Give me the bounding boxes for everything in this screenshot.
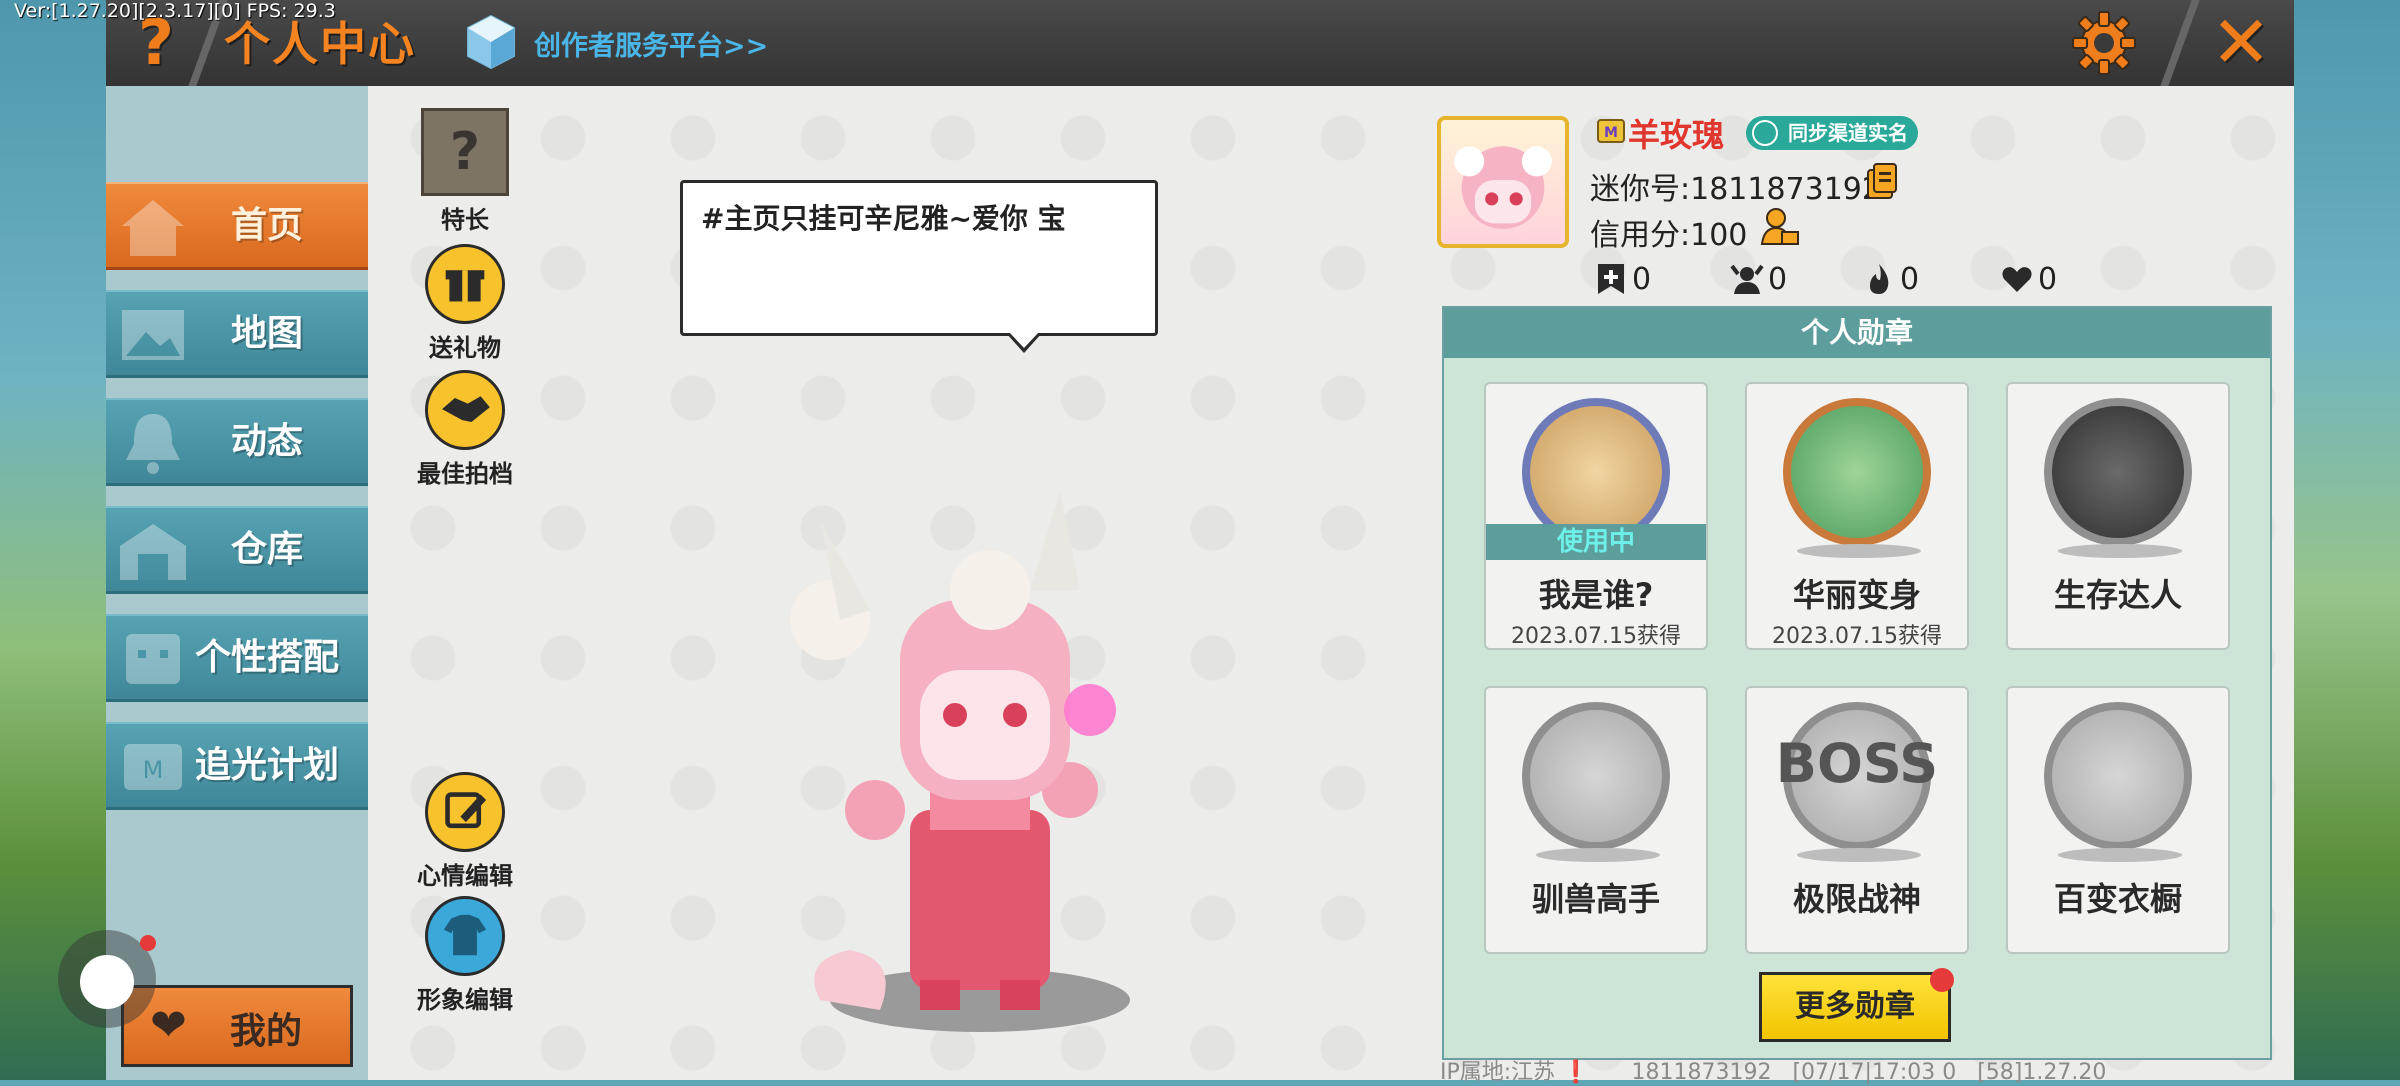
joystick-knob[interactable]	[80, 955, 134, 1009]
plus-bookmark-icon	[1598, 264, 1624, 294]
wardrobe-medal-icon	[2044, 702, 2192, 850]
medal-card[interactable]: 生存达人	[2006, 382, 2230, 650]
stat-value: 0	[2038, 262, 2058, 297]
medal-shadow	[1536, 848, 1660, 862]
svg-text:M: M	[143, 756, 164, 784]
notification-dot	[1930, 968, 1954, 992]
gift-button[interactable]: 送礼物	[410, 244, 520, 363]
mine-label: 我的	[230, 1011, 303, 1052]
footer-info: IP属地:江苏 ❗ 1811873192 [07/17|17:03 0 [58]…	[1440, 1060, 2107, 1085]
fans-icon	[1730, 264, 1764, 294]
gift-label: 送礼物	[429, 334, 501, 362]
medal-name: 极限战神	[1792, 880, 1921, 918]
appearance-label: 形象编辑	[417, 986, 513, 1014]
mine-button[interactable]: ❤ 我的	[121, 985, 353, 1067]
specialty-label: 特长	[441, 206, 489, 234]
medal-card[interactable]: BOSS 极限战神	[1745, 686, 1969, 954]
specialty-button[interactable]: ? 特长	[410, 108, 520, 235]
medal-shadow	[2058, 848, 2182, 862]
credit-score: 信用分:100	[1590, 218, 1748, 253]
stat-value: 0	[1632, 262, 1652, 297]
divider	[2160, 0, 2200, 86]
handshake-icon	[425, 370, 505, 450]
question-box-icon: ?	[421, 108, 509, 196]
fire-medal-icon	[2044, 398, 2192, 546]
gear-icon[interactable]	[2071, 10, 2137, 76]
medal-name: 生存达人	[2053, 576, 2182, 614]
medal-shadow	[1797, 848, 1921, 862]
in-use-tag: 使用中	[1486, 524, 1706, 560]
close-button[interactable]: ✕	[2206, 4, 2276, 80]
nav-item-map[interactable]: 地图	[106, 290, 368, 378]
nav-item-chase-light[interactable]: M 追光计划	[106, 722, 368, 810]
medal-date: 2023.07.15获得	[1772, 624, 1942, 649]
mood-edit-button[interactable]: 心情编辑	[410, 772, 520, 891]
best-partner-button[interactable]: 最佳拍档	[410, 370, 520, 489]
medal-card[interactable]: 华丽变身 2023.07.15获得	[1745, 382, 1969, 650]
nav-label: 动态	[230, 421, 303, 462]
dino-medal-icon	[1783, 398, 1931, 546]
notification-dot	[140, 935, 156, 951]
top-bar: ? 个人中心 创作者服务平台>> ✕	[106, 0, 2294, 86]
medal-name: 百变衣橱	[2053, 880, 2182, 918]
nav-item-style[interactable]: 个性搭配	[106, 614, 368, 702]
medal-shadow	[2058, 544, 2182, 558]
medal-card[interactable]: 使用中 我是谁? 2023.07.15获得	[1484, 382, 1708, 650]
medal-shadow	[1797, 544, 1921, 558]
flame-icon	[1870, 264, 1889, 294]
nav-item-feed[interactable]: 动态	[106, 398, 368, 486]
vip-badge-icon: M	[1597, 119, 1625, 143]
partner-label: 最佳拍档	[417, 460, 513, 488]
tamer-medal-icon	[1522, 702, 1670, 850]
nav-item-home[interactable]: 首页	[106, 182, 368, 270]
mood-text: #主页只挂可辛尼雅~爱你 宝	[701, 202, 1066, 235]
copy-icon[interactable]	[1864, 162, 1900, 202]
medal-card[interactable]: 驯兽高手	[1484, 686, 1708, 954]
realname-badge[interactable]: 同步渠道实名	[1746, 116, 1918, 150]
creator-platform-link[interactable]: 创作者服务平台>>	[534, 24, 768, 63]
medal-date: 2023.07.15获得	[1511, 624, 1681, 649]
user-check-icon	[1752, 120, 1778, 146]
credit-user-icon[interactable]	[1760, 206, 1800, 248]
medal-name: 我是谁?	[1538, 576, 1654, 614]
player-avatar-character	[790, 490, 1130, 1032]
stat-value: 0	[1768, 262, 1788, 297]
mini-id: 迷你号:1811873192	[1590, 172, 1881, 207]
player-name: 羊玫瑰	[1628, 116, 1725, 154]
medal-panel: 个人勋章 使用中 我是谁? 2023.07.15获得 华丽变身 2023.07.…	[1442, 306, 2272, 1060]
profile-avatar[interactable]	[1437, 116, 1569, 248]
boss-glyph: BOSS	[1775, 732, 1939, 795]
svg-text:M: M	[1604, 125, 1618, 141]
realname-label: 同步渠道实名	[1788, 121, 1908, 145]
nav-label: 个性搭配	[194, 637, 339, 678]
side-nav: 首页 地图 动态 仓库 个性搭配 M 追光计划	[106, 86, 368, 1080]
avatar-portrait-icon	[1454, 146, 1552, 229]
hearts-icon	[2002, 267, 2032, 292]
nav-label: 首页	[230, 205, 303, 246]
appearance-edit-button[interactable]: 形象编辑	[410, 896, 520, 1015]
shirt-icon	[425, 896, 505, 976]
gift-icon	[425, 244, 505, 324]
speech-tail-inner	[1009, 332, 1039, 348]
heart-icon: ❤	[150, 1000, 187, 1051]
more-medals-button[interactable]: 更多勋章	[1759, 972, 1951, 1042]
cube-icon	[467, 14, 515, 70]
debug-version-text: Ver:[1.27.20][2.3.17][0] FPS: 29.3	[14, 0, 336, 22]
medal-card[interactable]: 百变衣橱	[2006, 686, 2230, 954]
nav-label: 追光计划	[194, 745, 339, 786]
medal-panel-header: 个人勋章	[1444, 308, 2270, 358]
mood-label: 心情编辑	[417, 862, 513, 890]
edit-icon	[425, 772, 505, 852]
background-scene-left	[0, 0, 106, 1080]
medal-name: 华丽变身	[1792, 576, 1921, 614]
medal-name: 驯兽高手	[1531, 880, 1660, 918]
stat-value: 0	[1900, 262, 1920, 297]
nav-label: 地图	[230, 313, 303, 354]
mood-speech-bubble: #主页只挂可辛尼雅~爱你 宝	[680, 180, 1158, 336]
nav-item-warehouse[interactable]: 仓库	[106, 506, 368, 594]
background-scene-right	[2290, 0, 2400, 1080]
nav-label: 仓库	[230, 529, 303, 570]
